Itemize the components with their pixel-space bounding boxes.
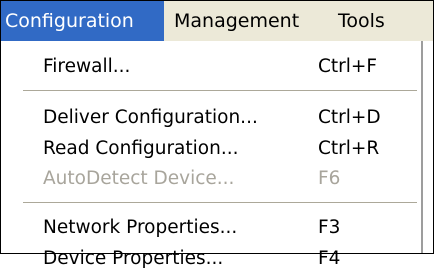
menu-item-network-properties[interactable]: Network Properties... F3 [1, 213, 419, 243]
menu-item-deliver-configuration[interactable]: Deliver Configuration... Ctrl+D [1, 103, 419, 133]
window-frame: Configuration Management Tools Firewall.… [0, 0, 434, 269]
menu-item-read-configuration[interactable]: Read Configuration... Ctrl+R [1, 134, 419, 164]
menu-item-device-properties[interactable]: Device Properties... F4 [1, 244, 419, 274]
menu-tools[interactable]: Tools [330, 1, 394, 41]
menu-item-label: Network Properties... [43, 217, 238, 238]
menu-item-shortcut: F4 [318, 248, 341, 269]
menu-bar: Configuration Management Tools [1, 1, 433, 41]
menu-item-shortcut: Ctrl+D [318, 107, 381, 128]
menu-management[interactable]: Management [164, 1, 330, 41]
menu-item-shortcut: Ctrl+R [318, 138, 380, 159]
menu-item-firewall[interactable]: Firewall... Ctrl+F [1, 52, 419, 82]
configuration-dropdown: Firewall... Ctrl+F Deliver Configuration… [1, 41, 423, 269]
menu-item-shortcut: F6 [318, 168, 341, 189]
menu-item-label: AutoDetect Device... [43, 168, 235, 189]
menu-item-label: Read Configuration... [43, 138, 239, 159]
menu-item-shortcut: F3 [318, 217, 341, 238]
menu-item-shortcut: Ctrl+F [318, 56, 378, 77]
menu-configuration[interactable]: Configuration [1, 1, 164, 41]
menu-item-autodetect-device: AutoDetect Device... F6 [1, 164, 419, 194]
menu-item-label: Firewall... [43, 56, 131, 77]
menu-item-label: Deliver Configuration... [43, 107, 258, 128]
menu-separator [23, 90, 417, 91]
menu-separator [23, 202, 417, 203]
menu-item-label: Device Properties... [43, 248, 224, 269]
